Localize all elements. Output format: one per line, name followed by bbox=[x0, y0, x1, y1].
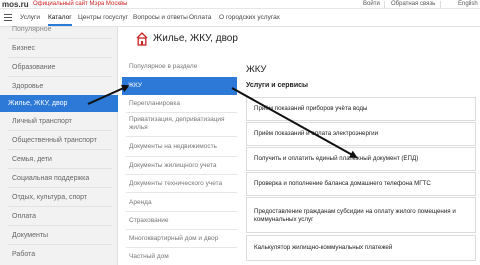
sidebar-item-housing[interactable]: Жилье, ЖКУ, двор bbox=[0, 95, 118, 112]
divider bbox=[8, 76, 112, 77]
sidebar-item-documents[interactable]: Документы bbox=[0, 227, 118, 244]
sidebar-item-education[interactable]: Образование bbox=[0, 59, 118, 76]
service-mgts-phone[interactable]: Проверка и пополнение баланса домашнего … bbox=[246, 172, 476, 196]
subnav-item-redevelopment[interactable]: Перепланировка bbox=[122, 100, 237, 108]
divider bbox=[8, 149, 112, 150]
nav-about-services[interactable]: О городских услугах bbox=[219, 14, 280, 22]
menu-icon[interactable] bbox=[4, 14, 12, 21]
subnav-item-insurance[interactable]: Страхование bbox=[122, 217, 237, 225]
divider bbox=[8, 244, 112, 245]
subnav-item-property-docs[interactable]: Документы на недвижимость bbox=[122, 143, 237, 151]
divider bbox=[384, 1, 385, 8]
service-water-meters[interactable]: Приём показаний приборов учёта воды bbox=[246, 97, 476, 121]
subnav-item-rent[interactable]: Аренда bbox=[122, 199, 237, 207]
sidebar-item-social-support[interactable]: Социальная поддержка bbox=[0, 170, 118, 187]
nav-faq[interactable]: Вопросы и ответы bbox=[133, 14, 188, 22]
service-subsidy[interactable]: Предоставление гражданам субсидии на опл… bbox=[246, 197, 476, 233]
site-logo[interactable]: mos.ru bbox=[2, 0, 29, 9]
divider bbox=[8, 57, 112, 58]
section-title: ЖКУ bbox=[246, 64, 267, 75]
sidebar-item-popular[interactable]: Популярное bbox=[0, 21, 118, 38]
divider bbox=[126, 136, 237, 137]
divider bbox=[126, 211, 237, 212]
subnav-item-zhku[interactable]: ЖКУ bbox=[122, 77, 237, 95]
sidebar-item-health[interactable]: Здоровье bbox=[0, 78, 118, 95]
subnav-item-privatization[interactable]: Приватизация, деприватизация жилья bbox=[122, 116, 230, 132]
sidebar-item-leisure[interactable]: Отдых, культура, спорт bbox=[0, 189, 118, 206]
section-subtitle: Услуги и сервисы bbox=[246, 82, 309, 89]
subnav-item-technical-docs[interactable]: Документы технического учета bbox=[122, 180, 237, 188]
divider bbox=[440, 1, 441, 8]
house-icon bbox=[136, 32, 148, 46]
divider bbox=[8, 38, 112, 39]
feedback-link[interactable]: Обратная связь bbox=[391, 0, 435, 9]
divider bbox=[8, 168, 112, 169]
subnav-item-apartment-building[interactable]: Многоквартирный дом и двор bbox=[122, 235, 237, 243]
service-calculator[interactable]: Калькулятор жилищно-коммунальных платеже… bbox=[246, 235, 476, 261]
category-title: Жилье, ЖКУ, двор bbox=[153, 33, 238, 44]
login-link[interactable]: Войти bbox=[363, 0, 380, 9]
sidebar-item-family[interactable]: Семья, дети bbox=[0, 151, 118, 168]
divider bbox=[8, 206, 112, 207]
site-subtitle[interactable]: Официальный сайт Мэра Москвы bbox=[33, 0, 127, 9]
category-sidebar: Популярное Бизнес Образование Здоровье Ж… bbox=[0, 26, 118, 265]
sidebar-item-personal-transport[interactable]: Личный транспорт bbox=[0, 113, 118, 130]
sidebar-item-payment[interactable]: Оплата bbox=[0, 208, 118, 225]
service-epd[interactable]: Получить и оплатить единый платежный док… bbox=[246, 147, 476, 171]
top-bar: mos.ru Официальный сайт Мэра Москвы Войт… bbox=[0, 0, 480, 9]
divider bbox=[8, 130, 112, 131]
divider bbox=[126, 156, 237, 157]
sidebar-item-work[interactable]: Работа bbox=[0, 246, 118, 263]
subnav-item-popular[interactable]: Популярное в разделе bbox=[122, 63, 237, 71]
subnav-item-private-house[interactable]: Частный дом bbox=[122, 253, 237, 261]
divider bbox=[126, 112, 237, 113]
divider bbox=[126, 247, 237, 248]
divider bbox=[126, 229, 237, 230]
divider bbox=[126, 192, 237, 193]
subcategory-list: Популярное в разделе ЖКУ Перепланировка … bbox=[122, 56, 237, 265]
sidebar-item-public-transport[interactable]: Общественный транспорт bbox=[0, 132, 118, 149]
subnav-item-housing-docs[interactable]: Документы жилищного учета bbox=[122, 162, 237, 170]
divider bbox=[8, 187, 112, 188]
service-electricity[interactable]: Приём показаний и оплата электроэнергии bbox=[246, 122, 476, 146]
divider bbox=[126, 174, 237, 175]
divider bbox=[8, 225, 112, 226]
nav-payment[interactable]: Оплата bbox=[189, 14, 211, 22]
language-link[interactable]: English bbox=[458, 0, 478, 9]
sidebar-item-business[interactable]: Бизнес bbox=[0, 40, 118, 57]
